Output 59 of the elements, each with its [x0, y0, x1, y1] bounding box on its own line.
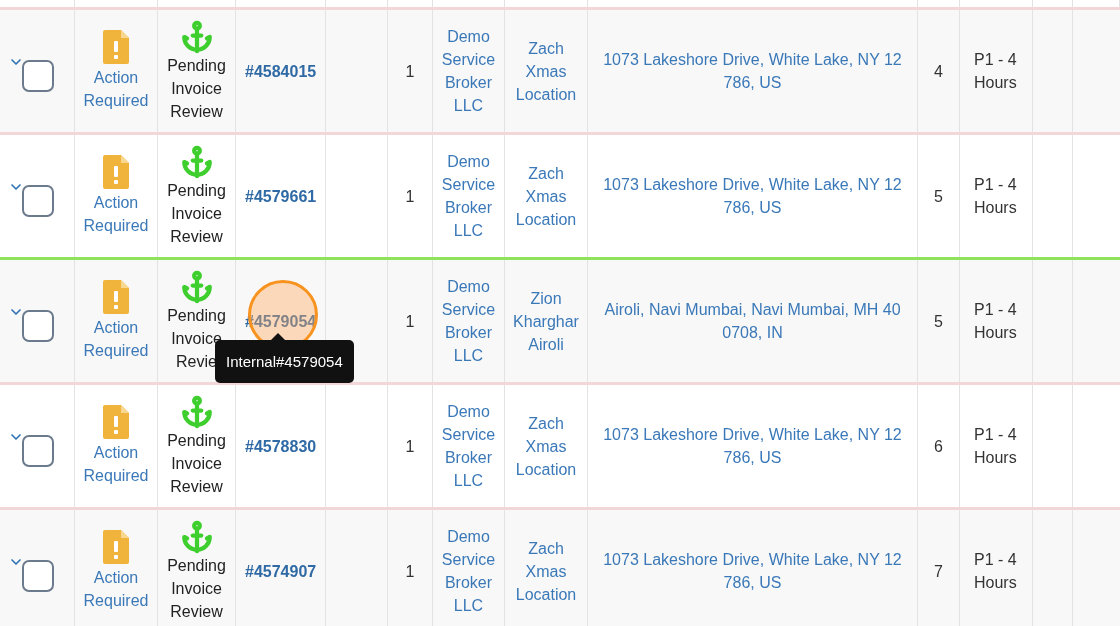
count-text: 6: [934, 436, 943, 457]
priority-text: P1 - 4 Hours: [974, 425, 1018, 468]
quantity-text: 1: [405, 61, 415, 82]
priority-text: P1 - 4 Hours: [974, 50, 1018, 93]
quantity-text: 1: [405, 311, 415, 332]
row-checkbox[interactable]: [22, 435, 54, 467]
anchor-icon: [179, 19, 214, 54]
order-link[interactable]: #4574907: [245, 559, 317, 583]
location-link[interactable]: Zach Xmas Location: [510, 411, 582, 481]
priority-text: P1 - 4 Hours: [974, 300, 1018, 343]
address-link[interactable]: 1073 Lakeshore Drive, White Lake, NY 12 786, US: [588, 548, 917, 594]
count-text: 5: [934, 311, 943, 332]
priority-text: P1 - 4 Hours: [974, 550, 1018, 593]
anchor-icon: [179, 269, 214, 304]
row-checkbox[interactable]: [22, 560, 54, 592]
address-link[interactable]: Airoli, Navi Mumbai, Navi Mumbai, MH 40 0708, IN: [588, 298, 917, 344]
order-link[interactable]: #4578830: [245, 434, 317, 458]
location-link[interactable]: Zach Xmas Location: [510, 161, 582, 231]
status-text: Pending Invoice Review: [166, 55, 227, 122]
anchor-icon: [179, 144, 214, 179]
broker-link[interactable]: Demo Service Broker LLC: [438, 400, 499, 492]
status-text: Pending Invoice Review: [166, 555, 227, 622]
location-link[interactable]: Zion Kharghar Airoli: [510, 286, 582, 356]
location-link[interactable]: Zach Xmas Location: [510, 36, 582, 106]
action-link[interactable]: Action Required: [81, 66, 151, 112]
file-warning-icon: [103, 530, 129, 564]
count-text: 4: [934, 61, 943, 82]
count-text: 7: [934, 561, 943, 582]
address-link[interactable]: 1073 Lakeshore Drive, White Lake, NY 12 786, US: [588, 173, 917, 219]
quantity-text: 1: [405, 561, 415, 582]
count-text: 5: [934, 186, 943, 207]
anchor-icon: [179, 394, 214, 429]
file-warning-icon: [103, 405, 129, 439]
broker-link[interactable]: Demo Service Broker LLC: [438, 25, 499, 117]
row-checkbox[interactable]: [22, 310, 54, 342]
status-text: Pending Invoice Review: [166, 430, 227, 497]
broker-link[interactable]: Demo Service Broker LLC: [438, 525, 499, 617]
location-link[interactable]: Zach Xmas Location: [510, 536, 582, 606]
priority-text: P1 - 4 Hours: [974, 175, 1018, 218]
action-link[interactable]: Action Required: [81, 566, 151, 612]
anchor-icon: [179, 519, 214, 554]
status-text: Pending Invoice Review: [166, 180, 227, 247]
quantity-text: 1: [405, 186, 415, 207]
row-checkbox[interactable]: [22, 60, 54, 92]
action-link[interactable]: Action Required: [81, 316, 151, 362]
file-warning-icon: [103, 155, 129, 189]
action-link[interactable]: Action Required: [81, 441, 151, 487]
file-warning-icon: [103, 30, 129, 64]
quantity-text: 1: [405, 436, 415, 457]
address-link[interactable]: 1073 Lakeshore Drive, White Lake, NY 12 786, US: [588, 423, 917, 469]
file-warning-icon: [103, 280, 129, 314]
broker-link[interactable]: Demo Service Broker LLC: [438, 150, 499, 242]
row-checkbox[interactable]: [22, 185, 54, 217]
order-link[interactable]: #4579661: [245, 184, 317, 208]
order-link[interactable]: #4584015: [245, 59, 317, 83]
broker-link[interactable]: Demo Service Broker LLC: [438, 275, 499, 367]
address-link[interactable]: 1073 Lakeshore Drive, White Lake, NY 12 786, US: [588, 48, 917, 94]
action-link[interactable]: Action Required: [81, 191, 151, 237]
tooltip-arrow-icon: [271, 333, 285, 340]
